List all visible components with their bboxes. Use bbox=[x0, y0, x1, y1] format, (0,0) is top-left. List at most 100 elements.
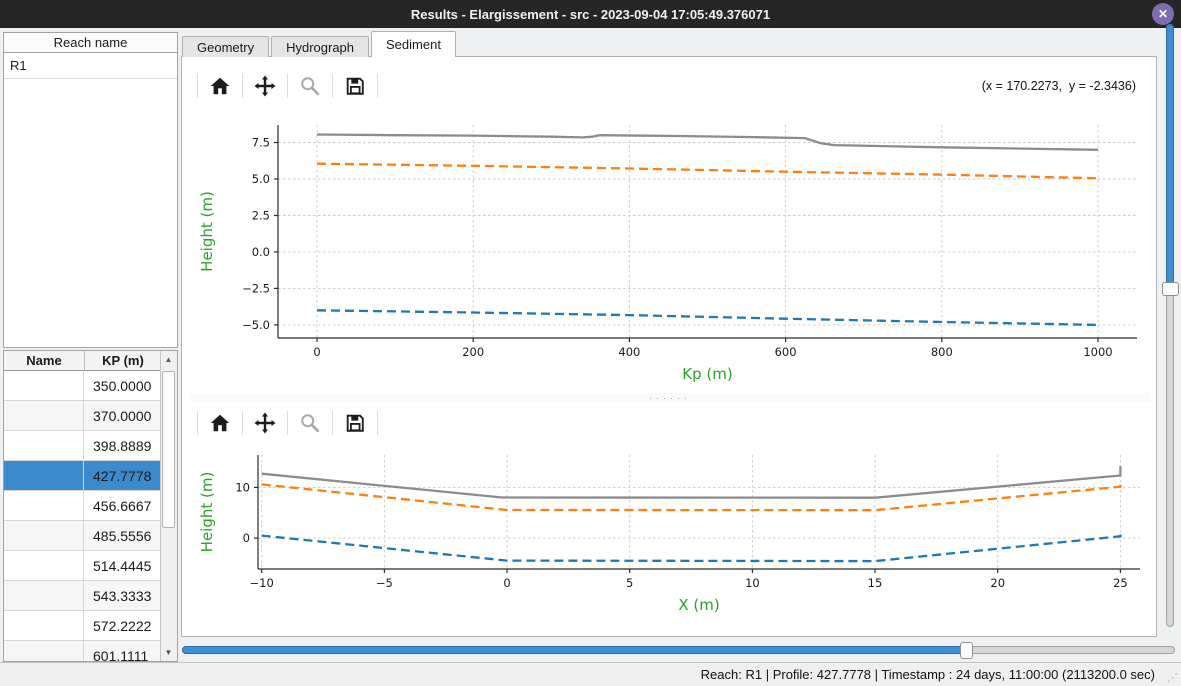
close-icon: ✕ bbox=[1158, 7, 1168, 21]
kp-profile-plot: 020040060080010007.55.02.50.0−2.5−5.0Kp … bbox=[190, 112, 1150, 395]
save-button[interactable] bbox=[340, 72, 370, 100]
toolbar-separator bbox=[197, 74, 198, 98]
cell-name[interactable] bbox=[4, 641, 84, 661]
zoom-button[interactable] bbox=[295, 72, 325, 100]
plot-toolbar-top: (x = 170.2273, y = -2.3436) bbox=[190, 68, 1150, 104]
toolbar-separator bbox=[377, 411, 378, 435]
reach-list-panel: Reach name R1 bbox=[3, 32, 178, 348]
home-button[interactable] bbox=[205, 72, 235, 100]
vertical-slider[interactable] bbox=[1161, 24, 1179, 627]
svg-text:10: 10 bbox=[235, 480, 250, 494]
profile-table-scrollbar[interactable]: ▲ ▼ bbox=[160, 351, 177, 661]
svg-text:Height (m): Height (m) bbox=[198, 191, 216, 272]
pan-icon bbox=[253, 74, 277, 98]
cell-kp[interactable]: 350.0000 bbox=[84, 378, 161, 394]
pan-icon bbox=[253, 411, 277, 435]
cursor-coordinates: (x = 170.2273, y = -2.3436) bbox=[982, 79, 1150, 93]
svg-text:1000: 1000 bbox=[1083, 345, 1112, 359]
tab-geometry[interactable]: Geometry bbox=[182, 36, 269, 57]
table-row[interactable]: 398.8889 bbox=[4, 431, 161, 461]
table-row[interactable]: 514.4445 bbox=[4, 551, 161, 581]
cell-name[interactable] bbox=[4, 551, 84, 580]
svg-text:0: 0 bbox=[313, 345, 320, 359]
results-window: Results - Elargissement - src - 2023-09-… bbox=[0, 0, 1181, 686]
save-icon bbox=[344, 412, 366, 434]
slider-handle[interactable] bbox=[960, 642, 973, 659]
cell-name[interactable] bbox=[4, 611, 84, 640]
svg-text:10: 10 bbox=[745, 576, 760, 590]
column-header-kp[interactable]: KP (m) bbox=[85, 351, 161, 370]
toolbar-separator bbox=[332, 74, 333, 98]
scroll-up-icon[interactable]: ▲ bbox=[161, 352, 176, 367]
save-button[interactable] bbox=[340, 409, 370, 437]
scroll-down-icon[interactable]: ▼ bbox=[161, 645, 176, 660]
cell-name[interactable] bbox=[4, 491, 84, 520]
svg-text:5: 5 bbox=[626, 576, 633, 590]
cell-kp[interactable]: 370.0000 bbox=[84, 408, 161, 424]
kp-profile-chart[interactable]: 020040060080010007.55.02.50.0−2.5−5.0Kp … bbox=[190, 112, 1150, 395]
svg-text:−10: −10 bbox=[250, 576, 274, 590]
plot-toolbar-bottom bbox=[190, 405, 1150, 441]
home-icon bbox=[209, 75, 231, 97]
reach-list-item-r1[interactable]: R1 bbox=[4, 53, 177, 79]
scrollbar-thumb[interactable] bbox=[162, 371, 175, 528]
toolbar-separator bbox=[242, 74, 243, 98]
cell-kp[interactable]: 514.4445 bbox=[84, 558, 161, 574]
table-row[interactable]: 601.1111 bbox=[4, 641, 161, 661]
svg-text:400: 400 bbox=[618, 345, 640, 359]
profile-table-body: 350.0000 370.0000 398.8889 427.7778 456.6667… bbox=[4, 371, 161, 661]
svg-text:0: 0 bbox=[243, 531, 250, 545]
cell-kp[interactable]: 543.3333 bbox=[84, 588, 161, 604]
cell-kp[interactable]: 485.5556 bbox=[84, 528, 161, 544]
cell-kp[interactable]: 398.8889 bbox=[84, 438, 161, 454]
table-row[interactable]: 485.5556 bbox=[4, 521, 161, 551]
home-icon bbox=[209, 412, 231, 434]
table-row[interactable]: 427.7778 bbox=[4, 461, 161, 491]
cell-kp[interactable]: 456.6667 bbox=[84, 498, 161, 514]
timestamp-slider[interactable] bbox=[182, 641, 1175, 659]
column-header-name[interactable]: Name bbox=[4, 351, 85, 370]
svg-text:Height (m): Height (m) bbox=[198, 472, 216, 553]
pan-button[interactable] bbox=[250, 409, 280, 437]
tab-bar: Geometry Hydrograph Sediment bbox=[182, 32, 458, 57]
toolbar-separator bbox=[287, 74, 288, 98]
cell-kp[interactable]: 601.1111 bbox=[84, 648, 161, 662]
close-button[interactable]: ✕ bbox=[1152, 3, 1174, 25]
cell-name[interactable] bbox=[4, 521, 84, 550]
toolbar-separator bbox=[332, 411, 333, 435]
resize-grip-icon[interactable]: ⋰ bbox=[1167, 671, 1178, 684]
splitter-dots-icon: ······ bbox=[649, 396, 691, 400]
status-bar: Reach: R1 | Profile: 427.7778 | Timestam… bbox=[0, 662, 1181, 686]
cell-kp[interactable]: 572.2222 bbox=[84, 618, 161, 634]
svg-text:600: 600 bbox=[775, 345, 797, 359]
table-row[interactable]: 456.6667 bbox=[4, 491, 161, 521]
table-row[interactable]: 350.0000 bbox=[4, 371, 161, 401]
cross-section-chart[interactable]: −10−50510152025010X (m)Height (m) bbox=[190, 447, 1150, 632]
tab-hydrograph[interactable]: Hydrograph bbox=[271, 36, 369, 57]
svg-text:−2.5: −2.5 bbox=[242, 281, 270, 295]
svg-text:7.5: 7.5 bbox=[252, 136, 270, 150]
table-row[interactable]: 370.0000 bbox=[4, 401, 161, 431]
cell-name[interactable] bbox=[4, 371, 84, 400]
svg-text:800: 800 bbox=[931, 345, 953, 359]
table-row[interactable]: 543.3333 bbox=[4, 581, 161, 611]
svg-text:0: 0 bbox=[503, 576, 510, 590]
cell-name[interactable] bbox=[4, 431, 84, 460]
cell-name[interactable] bbox=[4, 401, 84, 430]
cell-name[interactable] bbox=[4, 461, 84, 490]
status-text: Reach: R1 | Profile: 427.7778 | Timestam… bbox=[701, 667, 1155, 682]
home-button[interactable] bbox=[205, 409, 235, 437]
svg-text:5.0: 5.0 bbox=[252, 172, 270, 186]
slider-fill bbox=[182, 646, 966, 654]
zoom-button[interactable] bbox=[295, 409, 325, 437]
cell-name[interactable] bbox=[4, 581, 84, 610]
svg-text:−5: −5 bbox=[376, 576, 393, 590]
pane-splitter-handle[interactable]: ······ bbox=[190, 393, 1150, 402]
slider-handle[interactable] bbox=[1162, 282, 1179, 296]
zoom-icon bbox=[299, 412, 321, 434]
profile-table-header: Name KP (m) bbox=[4, 351, 161, 371]
cell-kp[interactable]: 427.7778 bbox=[84, 468, 161, 484]
pan-button[interactable] bbox=[250, 72, 280, 100]
tab-sediment[interactable]: Sediment bbox=[371, 31, 456, 57]
table-row[interactable]: 572.2222 bbox=[4, 611, 161, 641]
